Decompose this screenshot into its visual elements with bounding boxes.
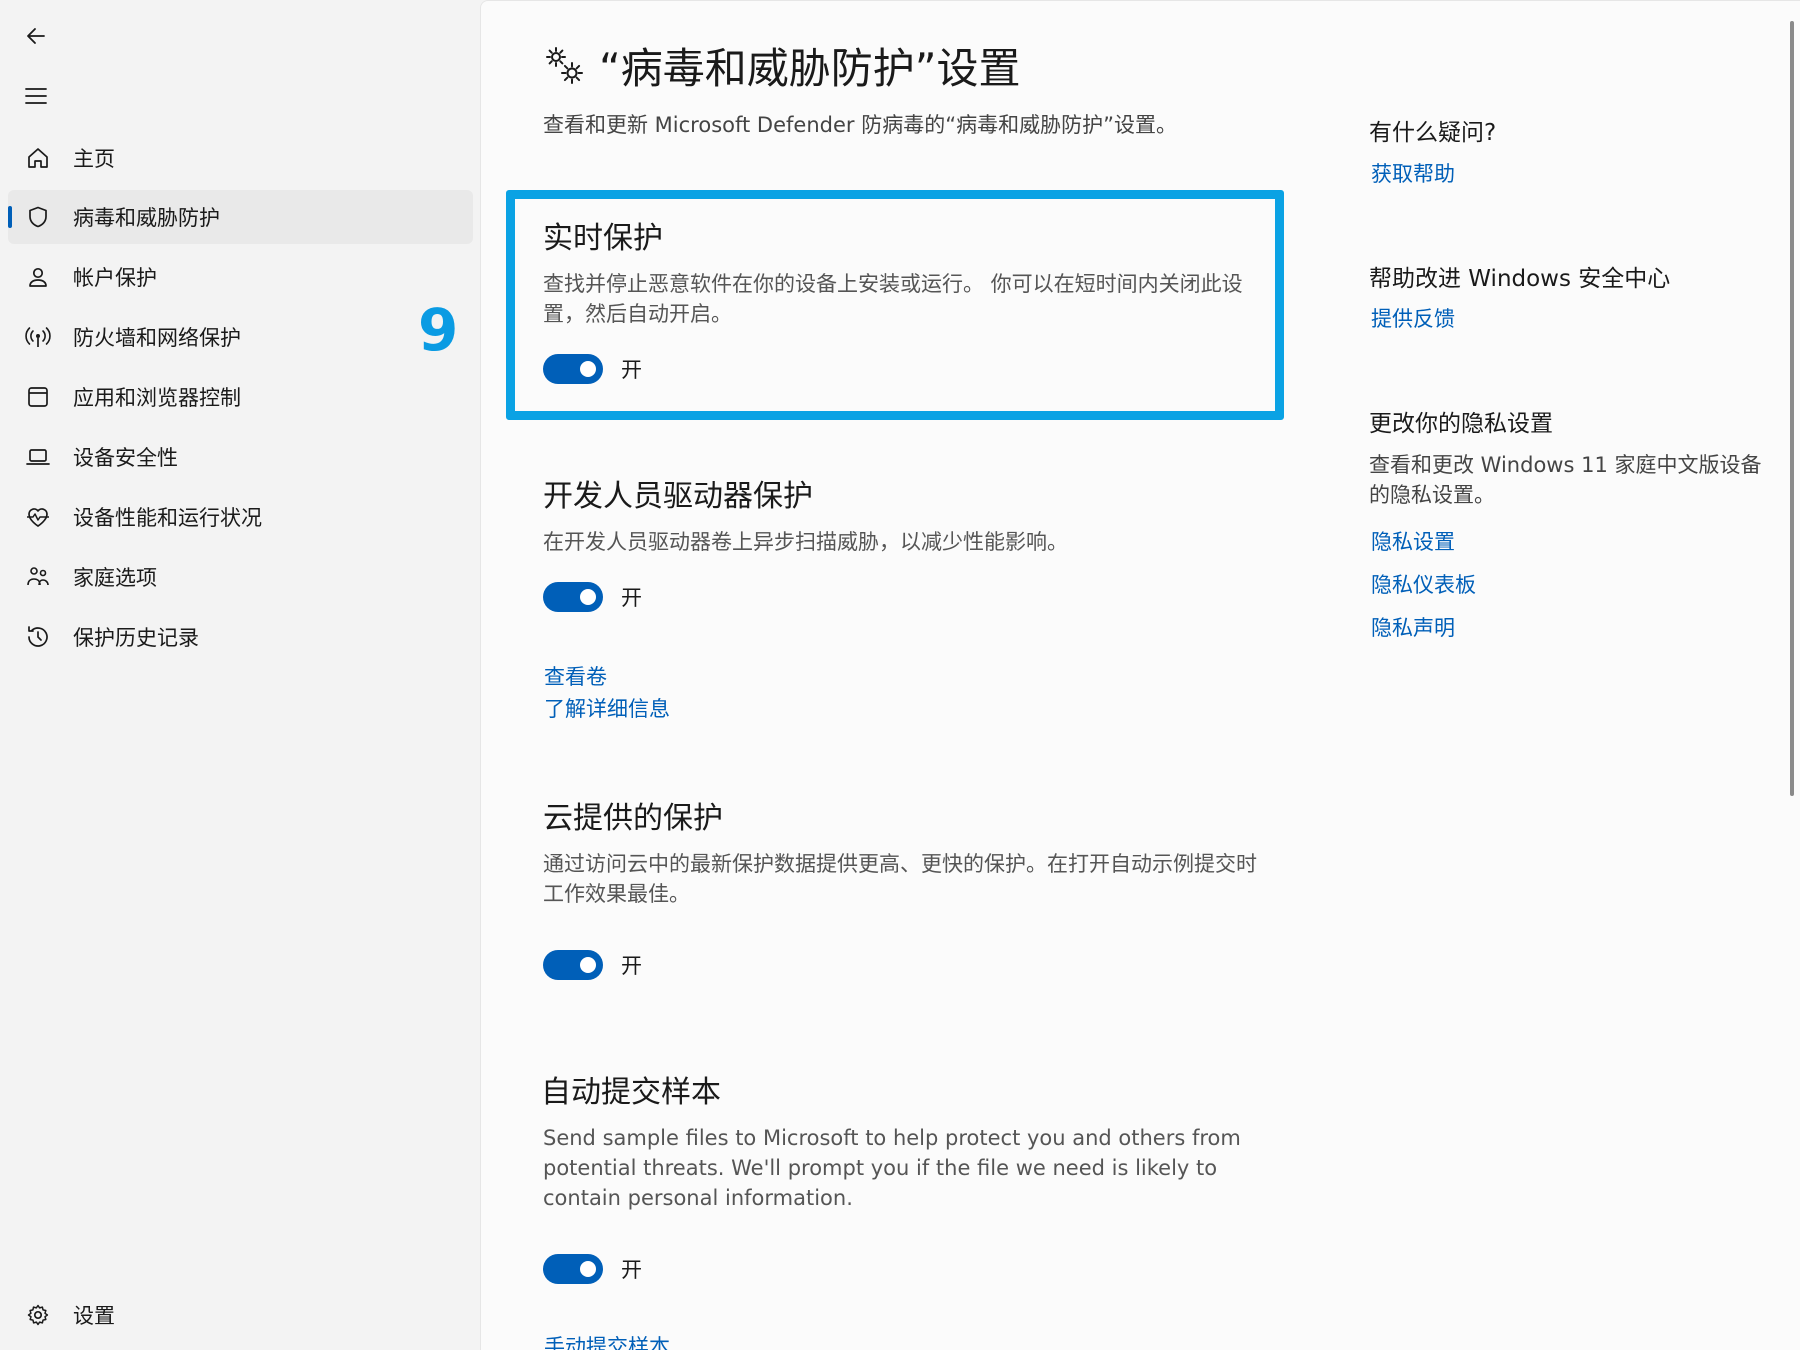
sidebar-item-family[interactable]: 家庭选项 [8, 550, 473, 604]
person-icon [24, 263, 52, 291]
app-window-icon [24, 383, 52, 411]
sidebar: 主页 病毒和威胁防护 帐户保护 防火墙和网络保护 应用和浏览器控制 设备安全性 [0, 0, 480, 1350]
improve-heading: 帮助改进 Windows 安全中心 [1369, 266, 1671, 292]
page-header: “病毒和威胁防护”设置 [543, 35, 1021, 96]
shield-icon [24, 203, 52, 231]
section-sample-submission: 自动提交样本 Send sample files to Microsoft to… [541, 1067, 1261, 1213]
hamburger-icon[interactable] [22, 82, 50, 110]
toggle-state-label: 开 [621, 1258, 642, 1282]
section-cloud-protection: 云提供的保护 通过访问云中的最新保护数据提供更高、更快的保护。在打开自动示例提交… [543, 793, 1263, 909]
sidebar-item-label: 保护历史记录 [73, 626, 199, 650]
sidebar-item-label: 家庭选项 [73, 566, 157, 590]
history-icon [24, 623, 52, 651]
get-help-link[interactable]: 获取帮助 [1371, 158, 1455, 188]
section-title: 开发人员驱动器保护 [543, 479, 813, 514]
toggle-knob [580, 361, 596, 377]
sample-submission-toggle[interactable]: 开 [543, 1254, 642, 1284]
page-title: “病毒和威胁防护”设置 [599, 44, 1021, 93]
section-description: 查找并停止恶意软件在你的设备上安装或运行。 你可以在短时间内关闭此设置，然后自动… [543, 272, 1243, 326]
sidebar-item-virus-protection[interactable]: 病毒和威胁防护 [8, 190, 473, 244]
privacy-statement-link[interactable]: 隐私声明 [1371, 612, 1455, 642]
gears-icon [543, 44, 587, 88]
sidebar-item-account[interactable]: 帐户保护 [8, 250, 473, 304]
sidebar-item-label: 病毒和威胁防护 [73, 206, 220, 230]
sidebar-item-app-browser[interactable]: 应用和浏览器控制 [8, 370, 473, 424]
sidebar-item-label: 设置 [73, 1304, 115, 1328]
toggle-state-label: 开 [621, 954, 642, 978]
toggle-switch[interactable] [543, 950, 603, 980]
cloud-protection-toggle[interactable]: 开 [543, 950, 642, 980]
family-icon [24, 563, 52, 591]
sidebar-item-label: 设备安全性 [73, 446, 178, 470]
toggle-switch[interactable] [543, 1254, 603, 1284]
sidebar-item-home[interactable]: 主页 [8, 131, 473, 185]
privacy-settings-link[interactable]: 隐私设置 [1371, 526, 1455, 556]
feedback-link[interactable]: 提供反馈 [1371, 303, 1455, 333]
scrollbar[interactable] [1790, 21, 1794, 796]
view-volumes-link[interactable]: 查看卷 [544, 661, 607, 691]
heart-pulse-icon [24, 503, 52, 531]
section-description: 通过访问云中的最新保护数据提供更高、更快的保护。在打开自动示例提交时工作效果最佳… [543, 852, 1257, 906]
section-title: 自动提交样本 [541, 1075, 721, 1110]
help-heading: 有什么疑问? [1369, 120, 1497, 146]
sidebar-item-label: 主页 [73, 147, 115, 171]
realtime-protection-toggle[interactable]: 开 [543, 354, 642, 384]
section-dev-drive-protection: 开发人员驱动器保护 在开发人员驱动器卷上异步扫描威胁，以减少性能影响。 [543, 471, 1263, 557]
toggle-state-label: 开 [621, 586, 642, 610]
laptop-icon [24, 443, 52, 471]
sidebar-item-label: 防火墙和网络保护 [73, 326, 241, 350]
learn-more-link[interactable]: 了解详细信息 [544, 693, 670, 723]
page-subtitle: 查看和更新 Microsoft Defender 防病毒的“病毒和威胁防护”设置… [543, 113, 1177, 137]
sidebar-item-device-security[interactable]: 设备安全性 [8, 430, 473, 484]
sidebar-item-device-health[interactable]: 设备性能和运行状况 [8, 490, 473, 544]
main-panel: “病毒和威胁防护”设置 查看和更新 Microsoft Defender 防病毒… [480, 0, 1800, 1350]
gear-icon [24, 1301, 52, 1329]
toggle-knob [580, 589, 596, 605]
sidebar-item-label: 应用和浏览器控制 [73, 386, 241, 410]
manual-submit-sample-link[interactable]: 手动提交样本 [544, 1331, 670, 1350]
privacy-description: 查看和更改 Windows 11 家庭中文版设备的隐私设置。 [1369, 453, 1762, 507]
home-icon [24, 144, 52, 172]
sidebar-item-label: 设备性能和运行状况 [73, 506, 262, 530]
sidebar-item-label: 帐户保护 [73, 266, 157, 290]
section-title: 实时保护 [543, 221, 663, 256]
section-description: Send sample files to Microsoft to help p… [543, 1126, 1241, 1210]
toggle-switch[interactable] [543, 582, 603, 612]
sidebar-item-history[interactable]: 保护历史记录 [8, 610, 473, 664]
section-realtime-protection: 实时保护 查找并停止恶意软件在你的设备上安装或运行。 你可以在短时间内关闭此设置… [543, 213, 1263, 329]
privacy-heading: 更改你的隐私设置 [1369, 411, 1553, 437]
back-arrow-icon[interactable] [22, 22, 50, 50]
toggle-knob [580, 957, 596, 973]
toggle-knob [580, 1261, 596, 1277]
antenna-icon [24, 323, 52, 351]
sidebar-item-firewall[interactable]: 防火墙和网络保护 [8, 310, 473, 364]
section-description: 在开发人员驱动器卷上异步扫描威胁，以减少性能影响。 [543, 530, 1068, 554]
step-number-annotation: 9 [418, 296, 459, 364]
toggle-state-label: 开 [621, 358, 642, 382]
dev-drive-protection-toggle[interactable]: 开 [543, 582, 642, 612]
sidebar-item-settings[interactable]: 设置 [8, 1288, 473, 1342]
section-title: 云提供的保护 [543, 801, 723, 836]
toggle-switch[interactable] [543, 354, 603, 384]
privacy-dashboard-link[interactable]: 隐私仪表板 [1371, 569, 1476, 599]
